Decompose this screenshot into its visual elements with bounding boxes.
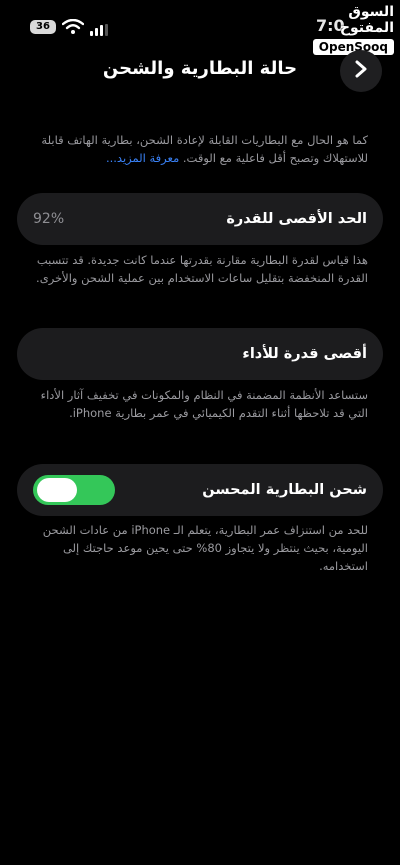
max-capacity-label: الحد الأقصى للقدرة [226, 211, 367, 227]
learn-more-link[interactable]: معرفة المزيد... [106, 151, 179, 165]
optimized-charging-label: شحن البطارية المحسن [202, 482, 367, 498]
max-capacity-value: 92% [33, 211, 65, 227]
optimized-charging-toggle[interactable] [33, 475, 115, 505]
opensooq-watermark: السوق المفتوح OpenSooq [299, 4, 394, 55]
wifi-icon [61, 18, 85, 39]
optimized-charging-row: شحن البطارية المحسن [17, 464, 383, 516]
page-title: حالة البطارية والشحن [102, 58, 298, 79]
max-capacity-row: الحد الأقصى للقدرة 92% [17, 193, 383, 245]
peak-performance-row[interactable]: أقصى قدرة للأداء [17, 328, 383, 380]
watermark-arabic-text: السوق المفتوح [339, 4, 394, 36]
toggle-knob [37, 478, 77, 502]
intro-description: كما هو الحال مع البطاريات القابلة لإعادة… [18, 131, 368, 167]
chevron-right-icon [353, 60, 369, 82]
battery-level-indicator: 36 [30, 20, 56, 34]
peak-performance-label: أقصى قدرة للأداء [242, 346, 367, 362]
intro-text: كما هو الحال مع البطاريات القابلة لإعادة… [41, 133, 368, 165]
max-capacity-description: هذا قياس لقدرة البطارية مقارنة بقدرتها ع… [36, 253, 368, 285]
back-button[interactable] [340, 50, 382, 92]
peak-performance-description: ستساعد الأنظمة المضمنة في النظام والمكون… [40, 388, 368, 420]
optimized-charging-description: للحد من استنزاف عمر البطارية، يتعلم الـ … [42, 523, 368, 573]
cellular-signal-icon [90, 21, 108, 40]
